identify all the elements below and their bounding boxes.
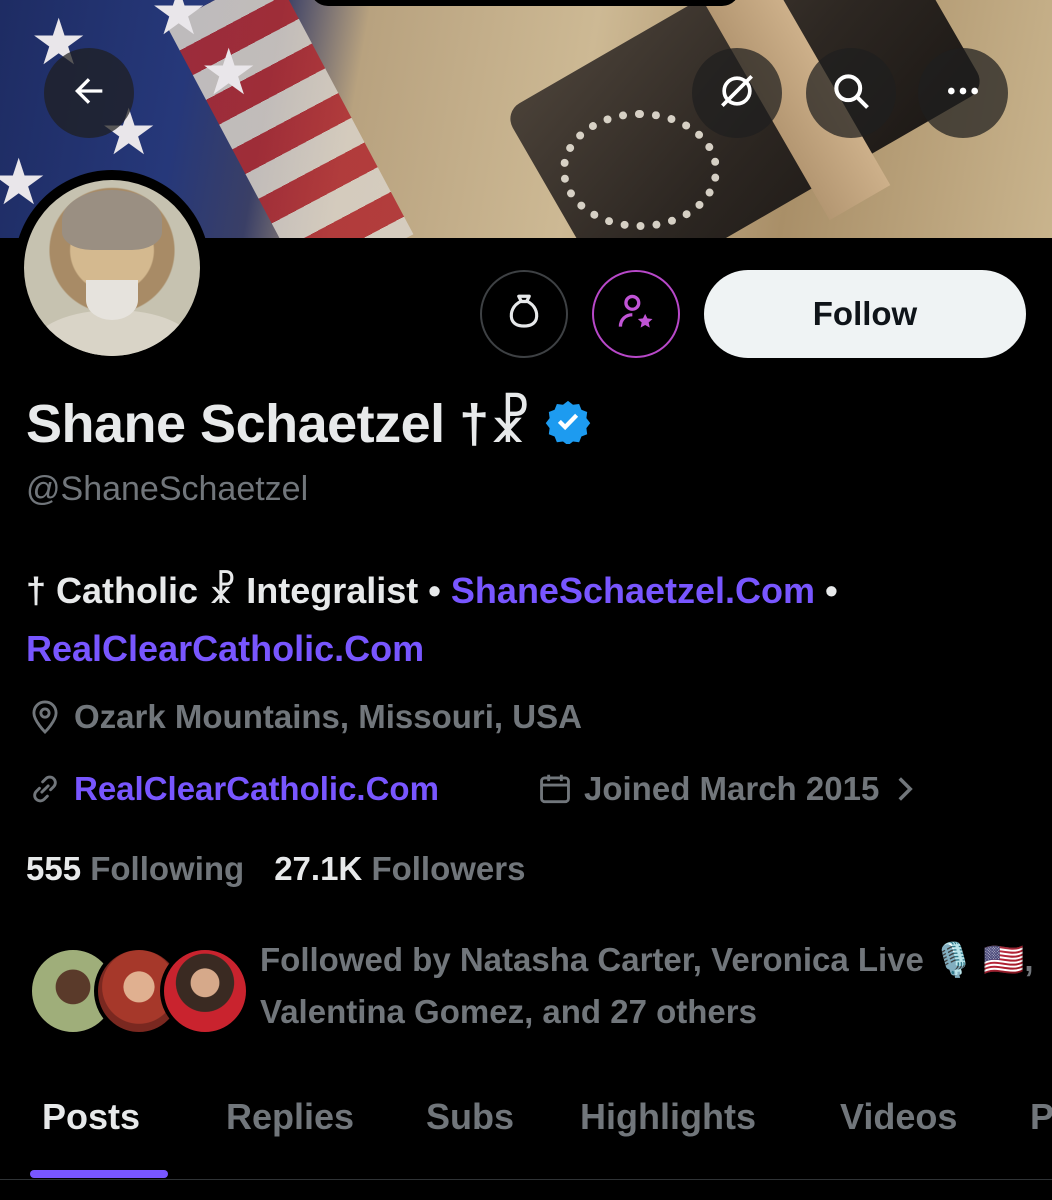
back-button[interactable] bbox=[44, 48, 134, 138]
more-icon bbox=[943, 71, 983, 116]
followed-by-text[interactable]: Followed by Natasha Carter, Veronica Liv… bbox=[260, 934, 1040, 1038]
profile-location: Ozark Mountains, Missouri, USA bbox=[26, 698, 582, 736]
search-icon bbox=[829, 69, 873, 118]
arrow-left-icon bbox=[69, 71, 109, 116]
star-icon: ★ bbox=[150, 0, 208, 48]
profile-handle: @ShaneSchaetzel bbox=[26, 470, 309, 508]
website-link[interactable]: RealClearCatholic.Com bbox=[74, 770, 439, 808]
following-link[interactable]: 555 Following bbox=[26, 850, 244, 888]
tab-posts[interactable]: Posts bbox=[42, 1096, 140, 1138]
tab-highlights[interactable]: Highlights bbox=[580, 1096, 756, 1138]
tab-replies[interactable]: Replies bbox=[226, 1096, 354, 1138]
bio-link-shaneschaetzel[interactable]: ShaneSchaetzel.Com bbox=[451, 570, 815, 611]
followers-count: 27.1K bbox=[274, 850, 363, 887]
more-button[interactable] bbox=[918, 48, 1008, 138]
avatar bbox=[160, 946, 250, 1036]
active-tab-indicator bbox=[30, 1170, 168, 1178]
tip-button[interactable] bbox=[480, 270, 568, 358]
profile-name: Shane Schaetzel †☧ bbox=[26, 394, 531, 454]
profile-bio: † Catholic ☧ Integralist • ShaneSchaetze… bbox=[26, 562, 1026, 678]
grok-icon bbox=[715, 69, 759, 118]
profile-joined[interactable]: Joined March 2015 bbox=[536, 770, 917, 808]
followed-by-avatars[interactable] bbox=[28, 946, 250, 1036]
joined-text: Joined March 2015 bbox=[584, 770, 880, 807]
banner-rosary bbox=[560, 110, 720, 230]
grok-button[interactable] bbox=[692, 48, 782, 138]
profile-stats: 555 Following 27.1K Followers bbox=[26, 850, 525, 888]
profile-name-row: Shane Schaetzel †☧ bbox=[26, 392, 591, 455]
subscribe-button[interactable] bbox=[592, 270, 680, 358]
following-count: 555 bbox=[26, 850, 82, 887]
calendar-icon bbox=[536, 770, 574, 808]
followers-label: Followers bbox=[371, 850, 526, 887]
bio-separator: • bbox=[825, 570, 838, 611]
location-text: Ozark Mountains, Missouri, USA bbox=[74, 698, 582, 735]
tab-partial[interactable]: P bbox=[1030, 1096, 1052, 1138]
following-label: Following bbox=[90, 850, 245, 887]
follow-button[interactable]: Follow bbox=[704, 270, 1026, 358]
verified-badge-icon[interactable] bbox=[545, 398, 591, 449]
chevron-right-icon bbox=[893, 775, 917, 803]
person-star-icon bbox=[614, 290, 658, 339]
avatar[interactable] bbox=[14, 170, 210, 366]
money-bag-icon bbox=[503, 291, 545, 338]
profile-website: RealClearCatholic.Com bbox=[26, 770, 439, 808]
tab-subs[interactable]: Subs bbox=[426, 1096, 514, 1138]
star-icon: ★ bbox=[200, 36, 258, 108]
avatar-image bbox=[24, 180, 200, 356]
phone-notch bbox=[310, 0, 740, 6]
location-pin-icon bbox=[26, 698, 64, 736]
profile-tabs: Posts Replies Subs Highlights Videos P bbox=[0, 1090, 1052, 1180]
link-icon bbox=[26, 770, 64, 808]
search-button[interactable] bbox=[806, 48, 896, 138]
bio-text: † Catholic ☧ Integralist • bbox=[26, 570, 441, 611]
bio-link-realclearcatholic[interactable]: RealClearCatholic.Com bbox=[26, 628, 424, 669]
tab-videos[interactable]: Videos bbox=[840, 1096, 957, 1138]
followers-link[interactable]: 27.1K Followers bbox=[274, 850, 525, 888]
